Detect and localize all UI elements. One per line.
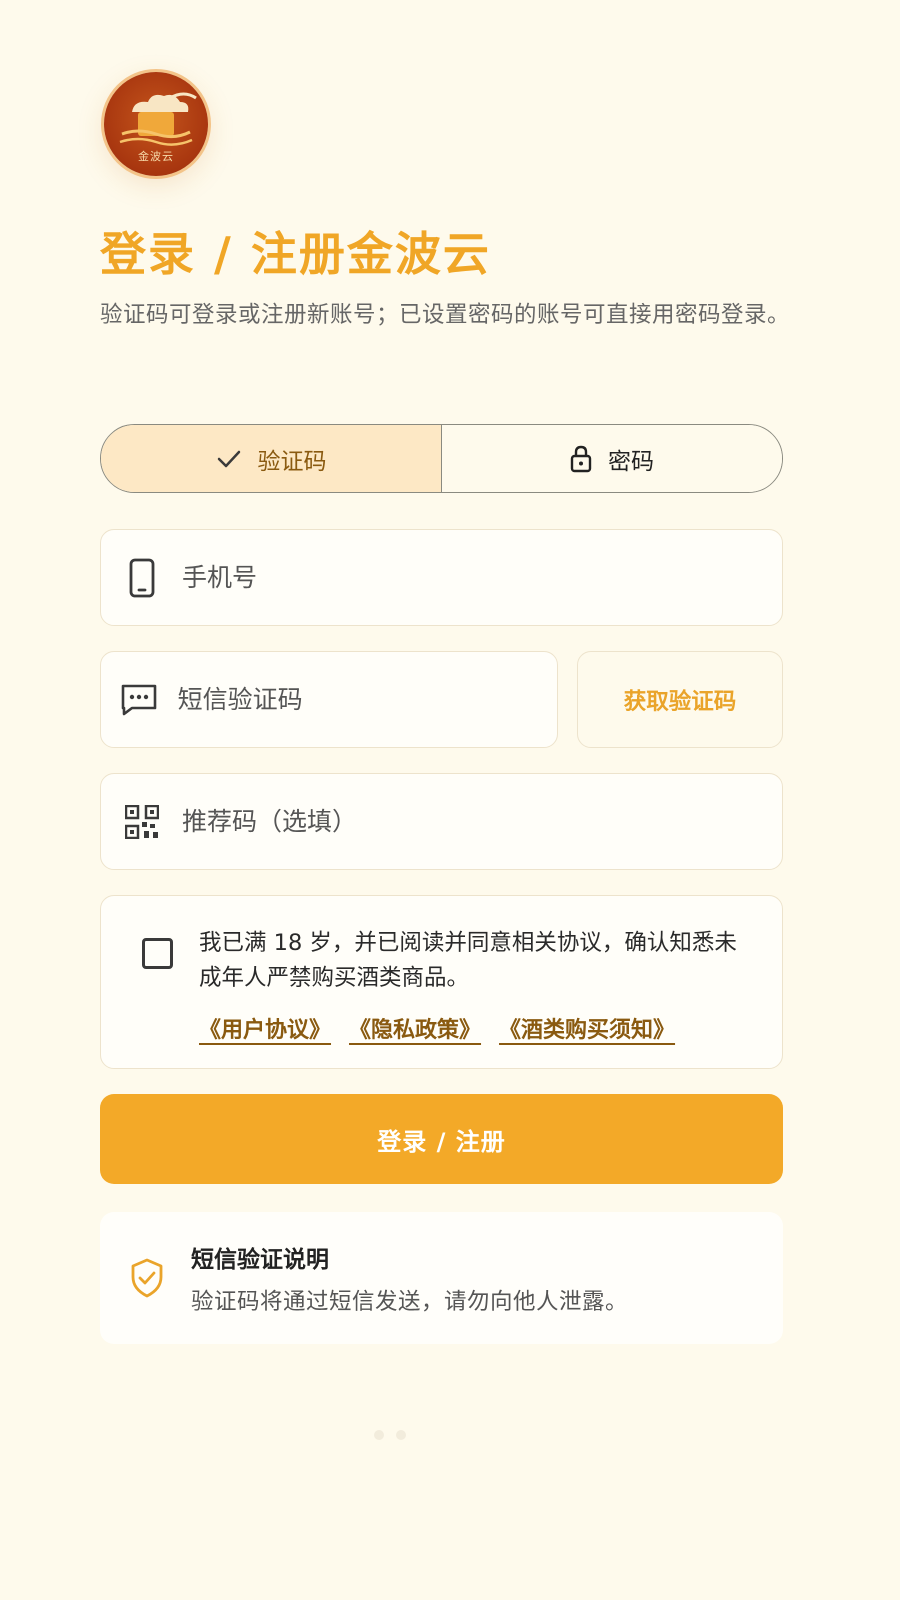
login-method-tabs: 验证码 密码 [100,424,783,493]
notice-title: 短信验证说明 [191,1247,329,1273]
phone-icon [101,558,182,598]
get-code-button[interactable]: 获取验证码 [577,651,783,748]
qr-code-icon [101,804,182,839]
agreement-links: 《用户协议》 《隐私政策》 《酒类购买须知》 [199,1012,675,1044]
logo-text: 金波云 [138,150,174,163]
page-dot [396,1430,406,1440]
check-icon [217,450,240,467]
phone-input[interactable] [182,563,782,592]
liquor-purchase-notice-link[interactable]: 《酒类购买须知》 [499,1012,675,1044]
user-agreement-link[interactable]: 《用户协议》 [199,1012,331,1044]
tab-sms-code-label: 验证码 [257,448,327,475]
login-register-button[interactable]: 登录 / 注册 [100,1094,783,1184]
phone-field[interactable] [100,529,783,626]
tab-password-label: 密码 [608,448,654,475]
lock-icon [570,445,592,472]
agreement-checkbox[interactable] [142,938,173,969]
agreement-box: 我已满 18 岁，并已阅读并同意相关协议，确认知悉未成年人严禁购买酒类商品。 《… [100,895,783,1069]
page-indicator [374,1430,406,1440]
notice-body: 验证码将通过短信发送，请勿向他人泄露。 [191,1289,629,1315]
shield-check-icon [130,1258,164,1302]
page-subtitle: 验证码可登录或注册新账号；已设置密码的账号可直接用密码登录。 [100,302,791,328]
page-dot [374,1430,384,1440]
sms-code-input[interactable] [177,685,557,714]
sms-code-field[interactable] [100,651,558,748]
page-title: 登录 / 注册金波云 [100,227,491,281]
message-icon [101,683,178,717]
privacy-policy-link[interactable]: 《隐私政策》 [349,1012,481,1044]
sms-notice-card: 短信验证说明 验证码将通过短信发送，请勿向他人泄露。 [100,1212,783,1344]
referral-field[interactable] [100,773,783,870]
agreement-text: 我已满 18 岁，并已阅读并同意相关协议，确认知悉未成年人严禁购买酒类商品。 [199,930,737,991]
referral-input[interactable] [182,807,782,836]
tab-sms-code[interactable]: 验证码 [101,425,442,492]
app-logo: 金波云 [104,72,208,176]
tab-password[interactable]: 密码 [442,425,782,492]
